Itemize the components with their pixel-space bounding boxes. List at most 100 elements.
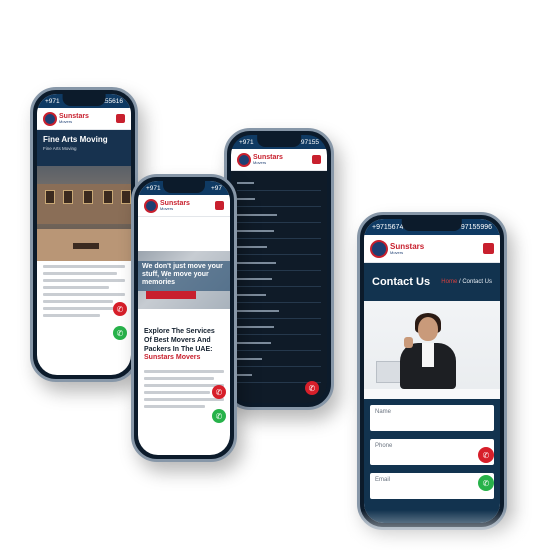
text-line	[144, 384, 224, 387]
phone-notch	[257, 135, 301, 147]
whatsapp-icon[interactable]: ✆	[212, 409, 226, 423]
site-logo[interactable]: Sunstars Movers	[43, 111, 89, 126]
phone-notch	[62, 94, 106, 106]
logo-text: Sunstars Movers	[160, 200, 190, 211]
person-hand	[404, 337, 413, 348]
topbar-phone-left[interactable]: +971	[239, 139, 254, 146]
site-logo[interactable]: Sunstars Movers	[144, 198, 190, 213]
topbar-phone-right[interactable]: +97	[211, 185, 222, 192]
text-line	[144, 377, 215, 380]
logo-text: Sunstars Movers	[390, 242, 424, 255]
text-line	[43, 293, 125, 296]
phone-screen: +971 +97 Sunstars Movers We don't just m…	[138, 181, 230, 455]
logo-sub-text: Movers	[253, 160, 267, 165]
painting	[45, 190, 55, 204]
nav-item[interactable]	[237, 335, 321, 351]
text-line	[144, 405, 205, 408]
nav-item[interactable]	[237, 175, 321, 191]
logo-seal-icon	[144, 198, 158, 213]
nav-item-label	[237, 357, 263, 360]
page-title: Fine Arts Moving	[43, 135, 108, 144]
breadcrumb-home[interactable]: Home	[441, 279, 457, 285]
text-line	[144, 391, 210, 394]
painting	[103, 190, 113, 204]
text-line	[43, 272, 117, 275]
nav-item[interactable]	[237, 191, 321, 207]
phone-field[interactable]: Phone	[370, 439, 494, 465]
nav-item[interactable]	[237, 207, 321, 223]
text-line	[43, 314, 101, 317]
logo-sub-text: Movers	[160, 206, 174, 211]
page-banner: Contact Us Home / Contact Us	[364, 263, 500, 301]
phone-screen: +971 +97155 Sunstars Movers ✆	[231, 135, 327, 403]
floor-reflection	[0, 510, 550, 550]
nav-item-label	[237, 277, 273, 280]
menu-icon[interactable]	[116, 114, 125, 123]
spacer	[138, 217, 230, 251]
whatsapp-icon[interactable]: ✆	[113, 326, 127, 340]
laptop	[376, 361, 402, 383]
hero-text: We don't just move your stuff, We move y…	[142, 263, 223, 287]
heading-accent: Sunstars Movers	[144, 354, 201, 362]
nav-item[interactable]	[237, 239, 321, 255]
logo-seal-icon	[370, 239, 388, 258]
logo-seal-icon	[43, 111, 57, 126]
nav-item[interactable]	[237, 351, 321, 367]
nav-item[interactable]	[237, 303, 321, 319]
gallery-bench	[72, 243, 99, 249]
hero-accent-bar	[146, 291, 196, 299]
nav-item-label	[237, 373, 253, 376]
nav-item[interactable]	[237, 255, 321, 271]
desk	[364, 389, 500, 399]
name-field[interactable]: Name	[370, 405, 494, 431]
nav-item[interactable]	[237, 319, 321, 335]
page-title: Contact Us	[372, 276, 431, 288]
nav-menu	[231, 171, 327, 387]
phone-notch	[401, 219, 463, 231]
site-logo[interactable]: Sunstars Movers	[237, 152, 283, 167]
nav-item-label	[237, 245, 268, 248]
person-head	[418, 317, 438, 341]
page-banner: Fine Arts Moving Fine Arts Moving	[37, 130, 131, 166]
phone-icon[interactable]: ✆	[113, 302, 127, 316]
breadcrumb: Home / Contact Us	[441, 279, 492, 285]
nav-item-label	[237, 325, 274, 328]
heading-text: Explore The Services Of Best Movers And …	[144, 328, 215, 353]
phone-icon[interactable]: ✆	[212, 385, 226, 399]
menu-icon[interactable]	[483, 243, 494, 254]
nav-item-label	[237, 197, 256, 200]
phone-notch	[163, 181, 205, 193]
site-header: Sunstars Movers	[231, 149, 327, 171]
text-line	[43, 265, 125, 268]
contact-form: Name Phone Email	[364, 399, 500, 523]
logo-sub-text: Movers	[59, 119, 73, 124]
phone-screen: +971567497040 +97155996 Sunstars Movers …	[364, 219, 500, 523]
phone-home: +971 +97 Sunstars Movers We don't just m…	[131, 174, 237, 462]
logo-sub-text: Movers	[390, 249, 404, 255]
close-icon[interactable]	[312, 155, 321, 164]
nav-item[interactable]	[237, 287, 321, 303]
text-line	[43, 286, 109, 289]
site-logo[interactable]: Sunstars Movers	[370, 239, 424, 258]
nav-item-label	[237, 293, 266, 296]
nav-item[interactable]	[237, 223, 321, 239]
email-field[interactable]: Email	[370, 473, 494, 499]
phone-contact: +971567497040 +97155996 Sunstars Movers …	[357, 212, 507, 530]
topbar-phone-right[interactable]: +97155996	[457, 224, 492, 231]
nav-item[interactable]	[237, 271, 321, 287]
text-line	[144, 398, 224, 401]
text-line	[43, 279, 125, 282]
phone-icon[interactable]: ✆	[478, 447, 494, 463]
site-header: Sunstars Movers	[364, 235, 500, 263]
phone-icon[interactable]: ✆	[305, 381, 319, 395]
site-header: Sunstars Movers	[37, 108, 131, 130]
menu-icon[interactable]	[215, 201, 224, 210]
topbar-phone-left[interactable]: +971	[146, 185, 161, 192]
nav-item-label	[237, 229, 274, 232]
painting	[121, 190, 131, 204]
whatsapp-icon[interactable]: ✆	[478, 475, 494, 491]
nav-item-label	[237, 309, 279, 312]
phone-menu: +971 +97155 Sunstars Movers ✆	[224, 128, 334, 410]
topbar-phone-left[interactable]: +971	[45, 98, 60, 105]
